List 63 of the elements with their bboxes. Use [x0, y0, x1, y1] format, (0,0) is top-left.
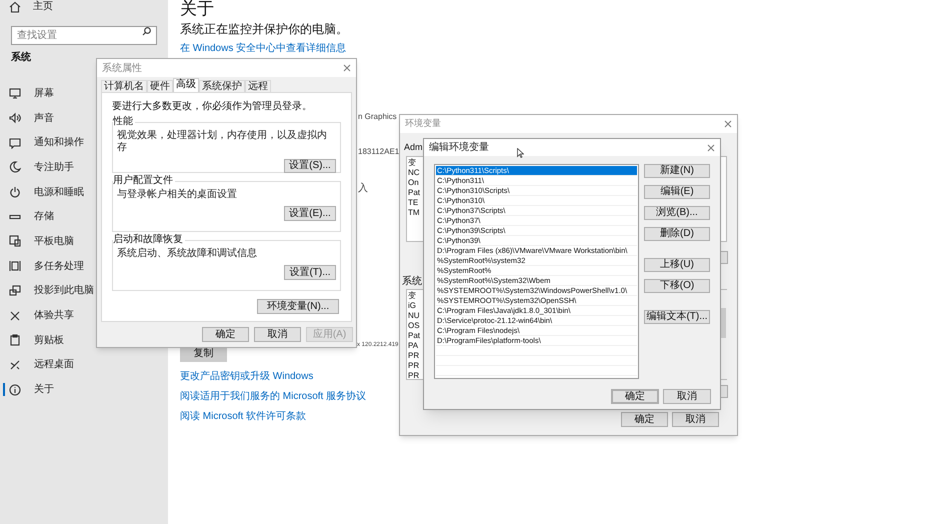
status-text: 系统正在监控并保护你的电脑。: [180, 22, 349, 36]
link[interactable]: 阅读适用于我们服务的 Microsoft 服务协议: [180, 391, 366, 403]
notice-text: 要进行大多数更改，你必须作为管理员登录。: [112, 101, 313, 113]
side-button[interactable]: 浏览(B)...: [644, 206, 710, 220]
side-button[interactable]: 删除(D): [644, 227, 710, 241]
page-title: 关于: [180, 0, 215, 18]
security-link[interactable]: 在 Windows 安全中心中查看详细信息: [180, 43, 346, 55]
environment-variables-button[interactable]: 环境变量(N)...: [257, 299, 339, 314]
tablet-icon: [9, 235, 21, 248]
close-icon: [724, 120, 732, 128]
power-icon: [9, 186, 21, 198]
dialog-button[interactable]: 确定: [202, 327, 249, 342]
multitask-icon: [9, 260, 21, 272]
dialog-button[interactable]: 确定: [611, 389, 659, 404]
projector-icon: [9, 284, 21, 297]
moon-icon: [9, 161, 21, 174]
close-icon: [707, 144, 715, 152]
dialog-button[interactable]: 确定: [621, 412, 668, 427]
sidebar-item[interactable]: 关于: [0, 377, 168, 402]
dialog-button[interactable]: 取消: [663, 389, 711, 404]
dialog-button[interactable]: 取消: [672, 412, 719, 427]
side-button[interactable]: 编辑文本(T)...: [644, 310, 710, 324]
close-icon: [343, 64, 351, 72]
search-field[interactable]: 查找设置: [11, 26, 157, 45]
dialog-title: 系统属性: [102, 62, 142, 76]
group-text: 视觉效果，处理器计划，内存使用，以及虚拟内存: [117, 130, 328, 154]
info-text: 183112AE1: [358, 146, 400, 157]
side-button[interactable]: 新建(N): [644, 164, 710, 178]
dialog-title: 环境变量: [405, 117, 441, 130]
monitor-icon: [9, 87, 21, 100]
sidebar-item[interactable]: 剪贴板: [0, 328, 168, 353]
info-text: n Graphics: [358, 111, 397, 122]
sidebar-item[interactable]: 远程桌面: [0, 352, 168, 378]
info-text: 入: [358, 183, 368, 194]
home-icon: [9, 1, 21, 13]
sidebar-item[interactable]: 体验共享: [0, 303, 168, 328]
group-title: 性能: [113, 116, 135, 128]
sidebar-item[interactable]: 存储: [0, 204, 168, 230]
link[interactable]: 阅读 Microsoft 软件许可条款: [180, 411, 306, 423]
settings-button[interactable]: 设置(E)...: [284, 206, 336, 221]
message-icon: [9, 136, 21, 149]
group-text: 与登录帐户相关的桌面设置: [117, 189, 238, 201]
section-label: 系统: [402, 276, 422, 288]
section-label: Adm: [404, 142, 423, 153]
home-link[interactable]: 主页: [33, 1, 53, 13]
group-text: 系统启动、系统故障和调试信息: [117, 248, 258, 260]
clipboard-icon: [9, 334, 21, 346]
group-title: 用户配置文件: [113, 175, 175, 187]
side-button[interactable]: 上移(U): [644, 258, 710, 272]
info-icon: [9, 384, 21, 396]
link[interactable]: 更改产品密钥或升级 Windows: [180, 371, 314, 383]
sidebar-item[interactable]: 投影到此电脑: [0, 278, 168, 304]
side-button[interactable]: 编辑(E): [644, 185, 710, 199]
tab[interactable]: 高级: [173, 78, 199, 92]
settings-button[interactable]: 设置(T)...: [284, 265, 336, 280]
dialog-button[interactable]: 取消: [254, 327, 301, 342]
section-title: 系统: [10, 50, 32, 64]
side-button[interactable]: 下移(O): [644, 279, 710, 293]
search-icon: [142, 27, 151, 36]
dialog-title: 编辑环境变量: [429, 140, 489, 155]
speaker-icon: [9, 112, 21, 124]
group-title: 启动和故障恢复: [113, 234, 185, 246]
settings-button[interactable]: 设置(S)...: [284, 159, 336, 173]
